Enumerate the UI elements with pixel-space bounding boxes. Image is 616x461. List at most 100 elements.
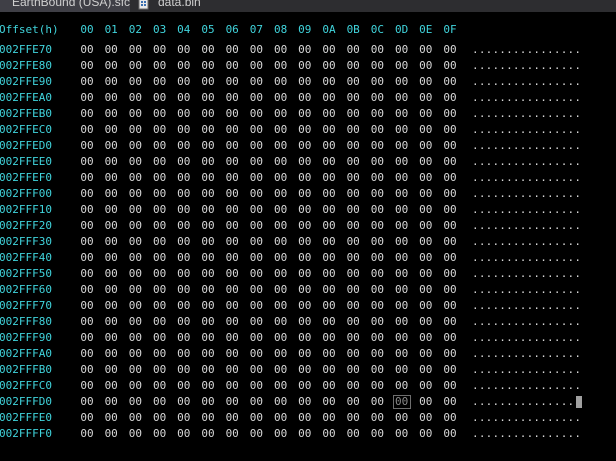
hex-byte[interactable]: 00: [174, 298, 194, 314]
hex-byte[interactable]: 00: [174, 58, 194, 74]
ascii-column[interactable]: ................: [472, 122, 581, 138]
ascii-column[interactable]: ................: [472, 394, 581, 410]
hex-byte[interactable]: 00: [246, 42, 266, 58]
hex-byte[interactable]: 00: [125, 186, 145, 202]
hex-byte[interactable]: 00: [367, 426, 387, 442]
hex-byte[interactable]: 00: [440, 426, 460, 442]
hex-byte[interactable]: 00: [392, 106, 412, 122]
hex-byte[interactable]: 00: [367, 186, 387, 202]
hex-byte[interactable]: 00: [150, 266, 170, 282]
hex-byte[interactable]: 00: [198, 186, 218, 202]
hex-byte[interactable]: 00: [271, 330, 291, 346]
hex-byte[interactable]: 00: [367, 42, 387, 58]
hex-byte[interactable]: 00: [150, 74, 170, 90]
hex-byte[interactable]: 00: [77, 298, 97, 314]
hex-byte[interactable]: 00: [295, 42, 315, 58]
hex-byte[interactable]: 00: [319, 106, 339, 122]
hex-byte[interactable]: 00: [150, 138, 170, 154]
hex-byte[interactable]: 00: [246, 266, 266, 282]
hex-byte[interactable]: 00: [440, 186, 460, 202]
hex-byte[interactable]: 00: [246, 314, 266, 330]
hex-byte[interactable]: 00: [222, 298, 242, 314]
hex-byte[interactable]: 00: [150, 218, 170, 234]
hex-byte[interactable]: 00: [416, 202, 436, 218]
hex-byte[interactable]: 00: [271, 250, 291, 266]
hex-byte[interactable]: 00: [222, 218, 242, 234]
hex-byte[interactable]: 00: [416, 74, 436, 90]
hex-byte[interactable]: 00: [392, 138, 412, 154]
hex-byte[interactable]: 00: [319, 234, 339, 250]
hex-byte[interactable]: 00: [319, 282, 339, 298]
hex-byte[interactable]: 00: [150, 426, 170, 442]
hex-byte[interactable]: 00: [222, 170, 242, 186]
hex-byte[interactable]: 00: [101, 234, 121, 250]
hex-byte[interactable]: 00: [174, 234, 194, 250]
hex-byte[interactable]: 00: [246, 138, 266, 154]
hex-byte[interactable]: 00: [271, 298, 291, 314]
hex-byte[interactable]: 00: [440, 234, 460, 250]
hex-byte[interactable]: 00: [271, 154, 291, 170]
hex-byte[interactable]: 00: [392, 186, 412, 202]
hex-byte[interactable]: 00: [125, 410, 145, 426]
hex-byte[interactable]: 00: [416, 298, 436, 314]
hex-byte[interactable]: 00: [367, 170, 387, 186]
hex-byte[interactable]: 00: [77, 218, 97, 234]
hex-byte[interactable]: 00: [367, 362, 387, 378]
hex-byte[interactable]: 00: [125, 154, 145, 170]
hex-byte[interactable]: 00: [343, 362, 363, 378]
hex-byte[interactable]: 00: [343, 218, 363, 234]
hex-byte[interactable]: 00: [198, 314, 218, 330]
hex-byte[interactable]: 00: [125, 362, 145, 378]
hex-byte[interactable]: 00: [367, 250, 387, 266]
hex-byte[interactable]: 00: [246, 170, 266, 186]
hex-byte[interactable]: 00: [440, 122, 460, 138]
hex-byte[interactable]: 00: [246, 74, 266, 90]
hex-byte[interactable]: 00: [343, 346, 363, 362]
hex-byte[interactable]: 00: [319, 154, 339, 170]
hex-byte[interactable]: 00: [367, 106, 387, 122]
hex-byte[interactable]: 00: [271, 122, 291, 138]
hex-byte[interactable]: 00: [222, 250, 242, 266]
ascii-column[interactable]: ................: [472, 410, 581, 426]
hex-byte[interactable]: 00: [150, 250, 170, 266]
hex-byte[interactable]: 00: [222, 58, 242, 74]
hex-byte[interactable]: 00: [198, 106, 218, 122]
hex-byte[interactable]: 00: [174, 106, 194, 122]
hex-byte[interactable]: 00: [392, 410, 412, 426]
hex-byte[interactable]: 00: [392, 202, 412, 218]
hex-byte[interactable]: 00: [392, 234, 412, 250]
hex-byte[interactable]: 00: [440, 314, 460, 330]
hex-byte[interactable]: 00: [343, 378, 363, 394]
hex-byte[interactable]: 00: [101, 90, 121, 106]
hex-byte[interactable]: 00: [416, 378, 436, 394]
hex-byte[interactable]: 00: [77, 410, 97, 426]
hex-byte[interactable]: 00: [416, 314, 436, 330]
ascii-column[interactable]: ................: [472, 234, 581, 250]
hex-byte[interactable]: 00: [271, 218, 291, 234]
hex-byte[interactable]: 00: [367, 314, 387, 330]
hex-byte[interactable]: 00: [77, 250, 97, 266]
hex-byte[interactable]: 00: [222, 282, 242, 298]
hex-byte[interactable]: 00: [440, 154, 460, 170]
hex-byte[interactable]: 00: [416, 266, 436, 282]
hex-byte[interactable]: 00: [440, 282, 460, 298]
hex-byte[interactable]: 00: [222, 330, 242, 346]
hex-byte[interactable]: 00: [416, 42, 436, 58]
hex-byte[interactable]: 00: [319, 170, 339, 186]
hex-byte[interactable]: 00: [295, 410, 315, 426]
hex-byte[interactable]: 00: [77, 90, 97, 106]
hex-byte[interactable]: 00: [101, 74, 121, 90]
ascii-column[interactable]: ................: [472, 266, 581, 282]
hex-byte[interactable]: 00: [77, 106, 97, 122]
hex-byte[interactable]: 00: [367, 138, 387, 154]
hex-byte[interactable]: 00: [101, 330, 121, 346]
hex-byte[interactable]: 00: [271, 170, 291, 186]
hex-byte[interactable]: 00: [343, 170, 363, 186]
hex-byte[interactable]: 00: [246, 426, 266, 442]
hex-byte[interactable]: 00: [198, 122, 218, 138]
hex-byte[interactable]: 00: [198, 202, 218, 218]
hex-byte[interactable]: 00: [271, 314, 291, 330]
hex-byte[interactable]: 00: [367, 154, 387, 170]
hex-byte[interactable]: 00: [392, 298, 412, 314]
hex-byte[interactable]: 00: [150, 362, 170, 378]
